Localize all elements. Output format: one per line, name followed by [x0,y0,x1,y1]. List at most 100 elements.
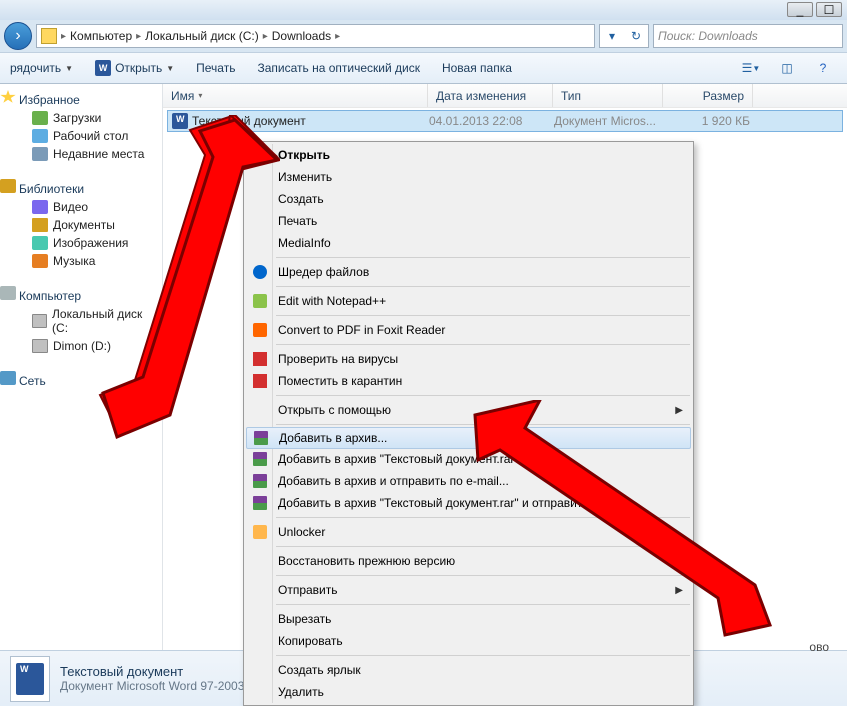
folder-icon [41,28,57,44]
ctx-delete[interactable]: Удалить [246,681,691,703]
ctx-open[interactable]: Открыть [246,144,691,166]
sidebar-computer-header[interactable]: Компьютер [0,284,162,305]
ctx-quarantine[interactable]: Поместить в карантин [246,370,691,392]
refresh-button[interactable]: ↻ [624,25,648,47]
breadcrumb-computer[interactable]: Компьютер [66,29,136,43]
sort-indicator-icon: ▾ [198,91,202,100]
sidebar-network-header[interactable]: Сеть [0,369,162,390]
details-file-icon [10,656,50,702]
ctx-print[interactable]: Печать [246,210,691,232]
breadcrumb-drive-c[interactable]: Локальный диск (C:) [141,29,263,43]
details-subtitle: Документ Microsoft Word 97-2003 [60,679,244,693]
images-icon [32,236,48,250]
sidebar-item-downloads[interactable]: Загрузки [0,109,162,127]
preview-pane-button[interactable]: ◫ [773,57,801,79]
submenu-arrow-icon: ▶ [675,585,683,596]
sidebar-item-music[interactable]: Музыка [0,252,162,270]
word-icon: W [95,60,111,76]
ctx-restore[interactable]: Восстановить прежнюю версию [246,550,691,572]
ctx-foxit[interactable]: Convert to PDF in Foxit Reader [246,319,691,341]
partial-label: ово [809,640,829,654]
print-button[interactable]: Печать [186,57,245,79]
context-menu: Открыть Изменить Создать Печать MediaInf… [243,141,694,706]
breadcrumb[interactable]: ▸ Компьютер ▸ Локальный диск (C:) ▸ Down… [36,24,595,48]
chevron-right-icon: ▸ [335,31,340,42]
ctx-add-archive-named[interactable]: Добавить в архив "Текстовый документ.rar… [246,448,691,470]
recent-icon [32,147,48,161]
ccleaner-icon [253,265,267,279]
chevron-down-icon: ▼ [65,64,73,73]
desktop-icon [32,129,48,143]
ctx-mediainfo[interactable]: MediaInfo [246,232,691,254]
ctx-open-with[interactable]: Открыть с помощью▶ [246,399,691,421]
ctx-add-named-send[interactable]: Добавить в архив "Текстовый документ.rar… [246,492,691,514]
kaspersky-icon [253,374,267,388]
column-name[interactable]: Имя▾ [163,84,428,107]
documents-icon [32,218,48,232]
computer-icon [0,286,16,300]
sidebar-libraries-header[interactable]: Библиотеки [0,177,162,198]
column-type[interactable]: Тип [553,84,663,107]
library-icon [0,179,16,193]
search-placeholder: Поиск: Downloads [658,29,758,43]
foxit-icon [253,323,267,337]
sidebar-item-recent[interactable]: Недавние места [0,145,162,163]
ctx-unlocker[interactable]: Unlocker [246,521,691,543]
notepad-plus-icon [253,294,267,308]
sidebar-item-desktop[interactable]: Рабочий стол [0,127,162,145]
sidebar-item-images[interactable]: Изображения [0,234,162,252]
column-date[interactable]: Дата изменения [428,84,553,107]
sidebar-item-documents[interactable]: Документы [0,216,162,234]
forward-button[interactable]: › [4,22,32,50]
breadcrumb-downloads[interactable]: Downloads [268,29,335,43]
network-icon [0,371,16,385]
sidebar-item-video[interactable]: Видео [0,198,162,216]
help-button[interactable]: ? [809,57,837,79]
burn-button[interactable]: Записать на оптический диск [247,57,430,79]
unlocker-icon [253,525,267,539]
ctx-notepad[interactable]: Edit with Notepad++ [246,290,691,312]
ctx-shredder[interactable]: Шредер файлов [246,261,691,283]
sidebar-favorites-header[interactable]: Избранное [0,88,162,109]
drive-icon [32,339,48,353]
ctx-add-email[interactable]: Добавить в архив и отправить по e-mail..… [246,470,691,492]
column-size[interactable]: Размер [663,84,753,107]
view-options-button[interactable]: ☰ ▼ [737,57,765,79]
file-type: Документ Micros... [554,114,664,128]
ctx-virus-check[interactable]: Проверить на вирусы [246,348,691,370]
open-button[interactable]: WОткрыть ▼ [85,56,184,80]
word-document-icon [16,663,44,695]
ctx-copy[interactable]: Копировать [246,630,691,652]
file-row[interactable]: Текстовый документ 04.01.2013 22:08 Доку… [167,110,843,132]
kaspersky-icon [253,352,267,366]
column-headers: Имя▾ Дата изменения Тип Размер [163,84,847,108]
minimize-button[interactable]: _ [787,2,813,17]
ctx-add-to-archive[interactable]: Добавить в архив... [246,427,691,449]
star-icon [0,90,16,104]
winrar-icon [253,452,267,466]
downloads-icon [32,111,48,125]
ctx-create[interactable]: Создать [246,188,691,210]
maximize-button[interactable]: ☐ [816,2,842,17]
ctx-edit[interactable]: Изменить [246,166,691,188]
organize-button[interactable]: рядочить ▼ [0,57,83,79]
winrar-icon [253,474,267,488]
file-date: 04.01.2013 22:08 [429,114,554,128]
history-dropdown-button[interactable]: ▾ [600,25,624,47]
ctx-cut[interactable]: Вырезать [246,608,691,630]
winrar-icon [253,496,267,510]
address-row: › ▸ Компьютер ▸ Локальный диск (C:) ▸ Do… [0,20,847,52]
music-icon [32,254,48,268]
search-input[interactable]: Поиск: Downloads [653,24,843,48]
submenu-arrow-icon: ▶ [675,405,683,416]
ctx-send-to[interactable]: Отправить▶ [246,579,691,601]
winrar-icon [254,431,268,445]
video-icon [32,200,48,214]
word-document-icon [172,113,188,129]
new-folder-button[interactable]: Новая папка [432,57,522,79]
sidebar-item-drive-c[interactable]: Локальный диск (C: [0,305,162,337]
ctx-shortcut[interactable]: Создать ярлык [246,659,691,681]
file-size: 1 920 КБ [664,114,750,128]
sidebar-item-drive-d[interactable]: Dimon (D:) [0,337,162,355]
toolbar: рядочить ▼ WОткрыть ▼ Печать Записать на… [0,52,847,84]
